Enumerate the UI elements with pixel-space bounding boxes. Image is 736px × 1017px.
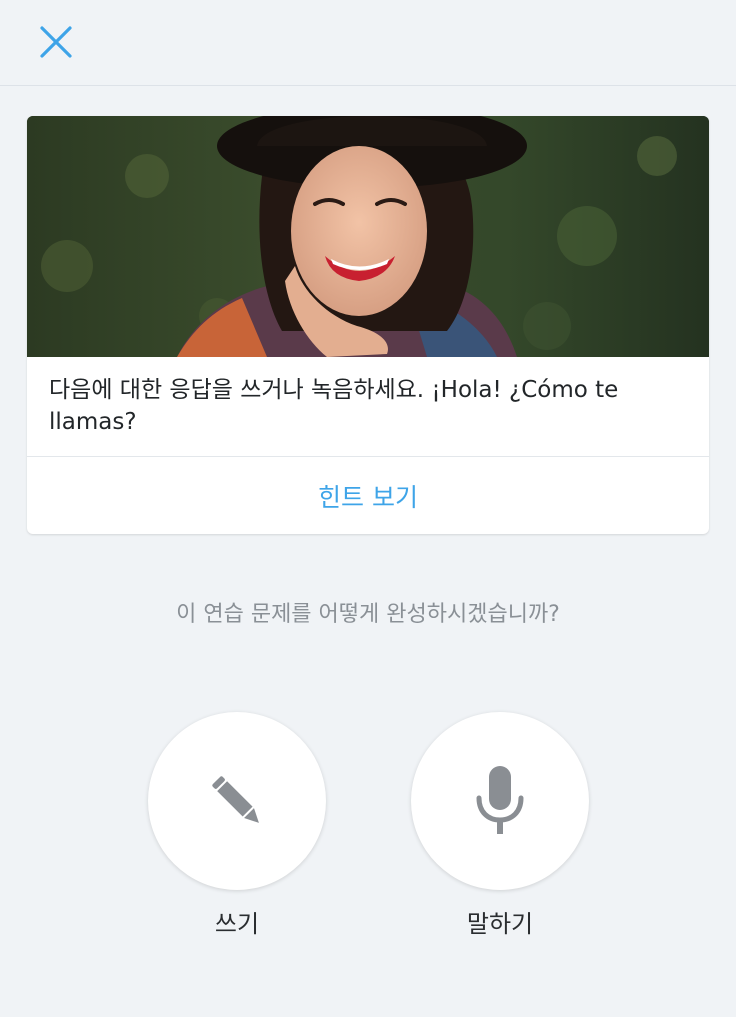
show-hint-button[interactable]: 힌트 보기 <box>27 457 709 534</box>
write-option-label: 쓰기 <box>214 910 260 938</box>
speak-option-circle[interactable] <box>411 712 589 890</box>
speak-option-label: 말하기 <box>466 910 534 938</box>
close-button[interactable] <box>30 20 82 64</box>
exercise-prompt: 다음에 대한 응답을 쓰거나 녹음하세요. ¡Hola! ¿Cómo te ll… <box>49 377 619 435</box>
write-option-button[interactable]: 쓰기 <box>147 712 327 942</box>
exercise-photo <box>27 116 709 357</box>
close-icon <box>40 26 72 58</box>
exercise-card: 다음에 대한 응답을 쓰거나 녹음하세요. ¡Hola! ¿Cómo te ll… <box>27 116 709 534</box>
pencil-icon <box>212 776 259 823</box>
write-option-circle[interactable] <box>148 712 326 890</box>
microphone-icon <box>476 766 524 834</box>
speak-option-button[interactable]: 말하기 <box>410 712 590 942</box>
completion-question: 이 연습 문제를 어떻게 완성하시겠습니까? <box>176 602 560 627</box>
top-bar <box>0 0 736 86</box>
